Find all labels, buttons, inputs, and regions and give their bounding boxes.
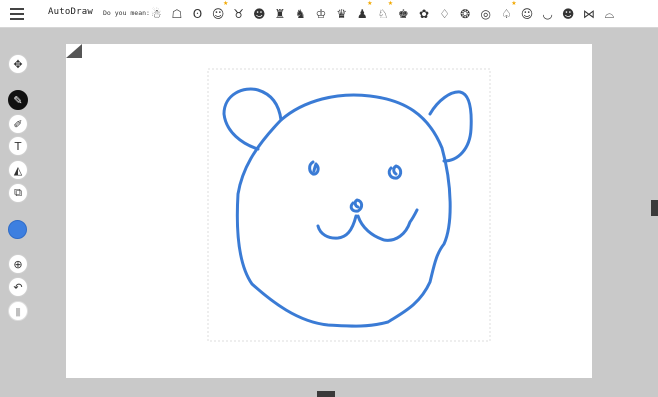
sketch-eye-right bbox=[387, 164, 403, 180]
type-tool-button[interactable]: T bbox=[8, 136, 28, 156]
monkey-face-icon[interactable]: ♔ bbox=[311, 3, 332, 25]
suggestion-glyph: ◎ bbox=[480, 7, 492, 21]
suggestion-glyph: ♛ bbox=[336, 7, 348, 21]
suggestion-strip: ☃ ☖ ʘ ☺ ★ ♉ ☻ ♜ ♞ ♔ ♛ ♟ ★ ♘ ★ ♚ ✿ ♢ ❂ ◎ ♤ ★ ☺ ◡ ☻ ⋈ ⌓ bbox=[146, 1, 620, 25]
bottom-edge-handle[interactable] bbox=[317, 391, 335, 397]
bug-icon[interactable]: ✿ bbox=[414, 3, 435, 25]
suggestion-glyph: ✿ bbox=[418, 7, 430, 21]
suggestion-glyph: ♤ bbox=[501, 7, 512, 21]
lion-face-icon[interactable]: ♚ bbox=[393, 3, 414, 25]
dog-icon[interactable]: ♘ ★ bbox=[373, 1, 393, 25]
potted-plant-icon[interactable]: ♤ ★ bbox=[496, 1, 517, 25]
suggestion-glyph: ♘ bbox=[377, 7, 389, 21]
coin-icon[interactable]: ◎ bbox=[476, 3, 497, 25]
pig-icon[interactable]: ♉ bbox=[228, 3, 249, 25]
smiley-face-icon[interactable]: ☺ bbox=[517, 3, 538, 25]
cookie-icon[interactable]: ❂ bbox=[455, 3, 476, 25]
teddy-bear-icon[interactable]: ʘ bbox=[187, 3, 208, 25]
happy-face-icon[interactable]: ☻ bbox=[558, 3, 579, 25]
zoom-tool-button[interactable]: ⊕ bbox=[8, 254, 28, 274]
suggestion-glyph: ❂ bbox=[460, 7, 471, 21]
cat-face-icon[interactable]: ☻ bbox=[249, 3, 270, 25]
shape-tool-button[interactable]: ⧉ bbox=[8, 183, 28, 203]
suggestion-glyph: ☻ bbox=[253, 7, 266, 21]
suggestion-glyph: ☺ bbox=[520, 7, 534, 21]
canvas-drawing bbox=[207, 68, 491, 342]
app-title: AutoDraw bbox=[48, 7, 93, 17]
suggestion-glyph: ♢ bbox=[439, 7, 450, 21]
sketch-mouth-left bbox=[316, 214, 358, 240]
color-picker-button[interactable] bbox=[8, 220, 27, 239]
canvas-resize-handle[interactable] bbox=[66, 44, 82, 58]
sketch-nose bbox=[349, 198, 364, 213]
draw-tool-button[interactable]: ✐ bbox=[8, 114, 28, 134]
butterfly-icon[interactable]: ⋈ bbox=[578, 3, 599, 25]
move-tool-button[interactable]: ✥ bbox=[8, 54, 28, 74]
delete-tool-button[interactable]: ▮ bbox=[8, 301, 28, 321]
suggestion-glyph: ʘ bbox=[192, 7, 203, 21]
sketch-ear-right bbox=[428, 90, 473, 163]
suggestion-glyph: ♔ bbox=[315, 7, 327, 21]
autodraw-tool-button[interactable]: ✎ bbox=[8, 90, 28, 110]
fill-bucket-icon: ◭ bbox=[13, 163, 23, 177]
right-edge-handle[interactable] bbox=[651, 200, 658, 216]
autodraw-sparkle-icon: ✎ bbox=[13, 93, 23, 107]
pear-icon[interactable]: ♢ bbox=[434, 3, 455, 25]
zoom-icon: ⊕ bbox=[13, 257, 23, 271]
figure-icon[interactable]: ♜ bbox=[270, 3, 291, 25]
gingerbread-man-icon[interactable]: ☃ bbox=[146, 3, 167, 25]
drawing-canvas[interactable] bbox=[66, 44, 592, 378]
suggestion-glyph: ♟ bbox=[356, 7, 368, 21]
undo-icon: ↶ bbox=[13, 280, 23, 294]
suggestion-glyph: ⋈ bbox=[582, 7, 595, 21]
fill-tool-button[interactable]: ◭ bbox=[8, 160, 28, 180]
bear-face-icon[interactable]: ☺ ★ bbox=[208, 1, 229, 25]
owl-icon[interactable]: ♛ bbox=[331, 3, 352, 25]
suggestion-label: Do you mean: bbox=[103, 9, 150, 17]
shapes-icon: ⧉ bbox=[14, 186, 22, 199]
suggestion-glyph: ♚ bbox=[398, 7, 409, 21]
suggestion-glyph: ☃ bbox=[150, 7, 162, 21]
pen-icon: ✐ bbox=[13, 117, 23, 131]
suggestion-glyph: ☻ bbox=[561, 7, 575, 21]
top-bar: AutoDraw Do you mean: ☃ ☖ ʘ ☺ ★ ♉ ☻ ♜ ♞ ♔ ♛ ♟ ★ ♘ ★ ♚ ✿ ♢… bbox=[0, 0, 658, 28]
suggestion-glyph: ☖ bbox=[171, 7, 183, 21]
suggestion-glyph: ♞ bbox=[295, 7, 306, 21]
suggestion-glyph: ☺ bbox=[211, 7, 225, 21]
suggestion-glyph: ♉ bbox=[233, 7, 245, 21]
tool-sidebar: ✥ ✎ ✐ T ◭ ⧉ ⊕ ↶ ▮ bbox=[0, 28, 36, 397]
text-icon: T bbox=[14, 139, 22, 153]
move-arrows-icon: ✥ bbox=[13, 57, 23, 71]
sketch-mouth-right bbox=[356, 208, 419, 242]
hat-icon[interactable]: ⌓ bbox=[599, 3, 620, 25]
elephant-icon[interactable]: ♞ bbox=[290, 3, 311, 25]
sketch-eye-left bbox=[308, 160, 320, 176]
robot-icon[interactable]: ☖ bbox=[167, 3, 188, 25]
suggestion-glyph: ♜ bbox=[274, 7, 286, 21]
lips-icon[interactable]: ◡ bbox=[537, 3, 558, 25]
menu-icon[interactable] bbox=[10, 8, 24, 20]
bear-sketch bbox=[222, 87, 473, 328]
sketch-ear-left bbox=[222, 87, 283, 151]
trash-icon: ▮ bbox=[14, 304, 22, 318]
undo-tool-button[interactable]: ↶ bbox=[8, 277, 28, 297]
suggestion-glyph: ⌓ bbox=[604, 7, 615, 21]
autodraw-selection-box bbox=[207, 68, 491, 342]
penguin-icon[interactable]: ♟ ★ bbox=[352, 1, 373, 25]
suggestion-glyph: ◡ bbox=[542, 7, 553, 21]
